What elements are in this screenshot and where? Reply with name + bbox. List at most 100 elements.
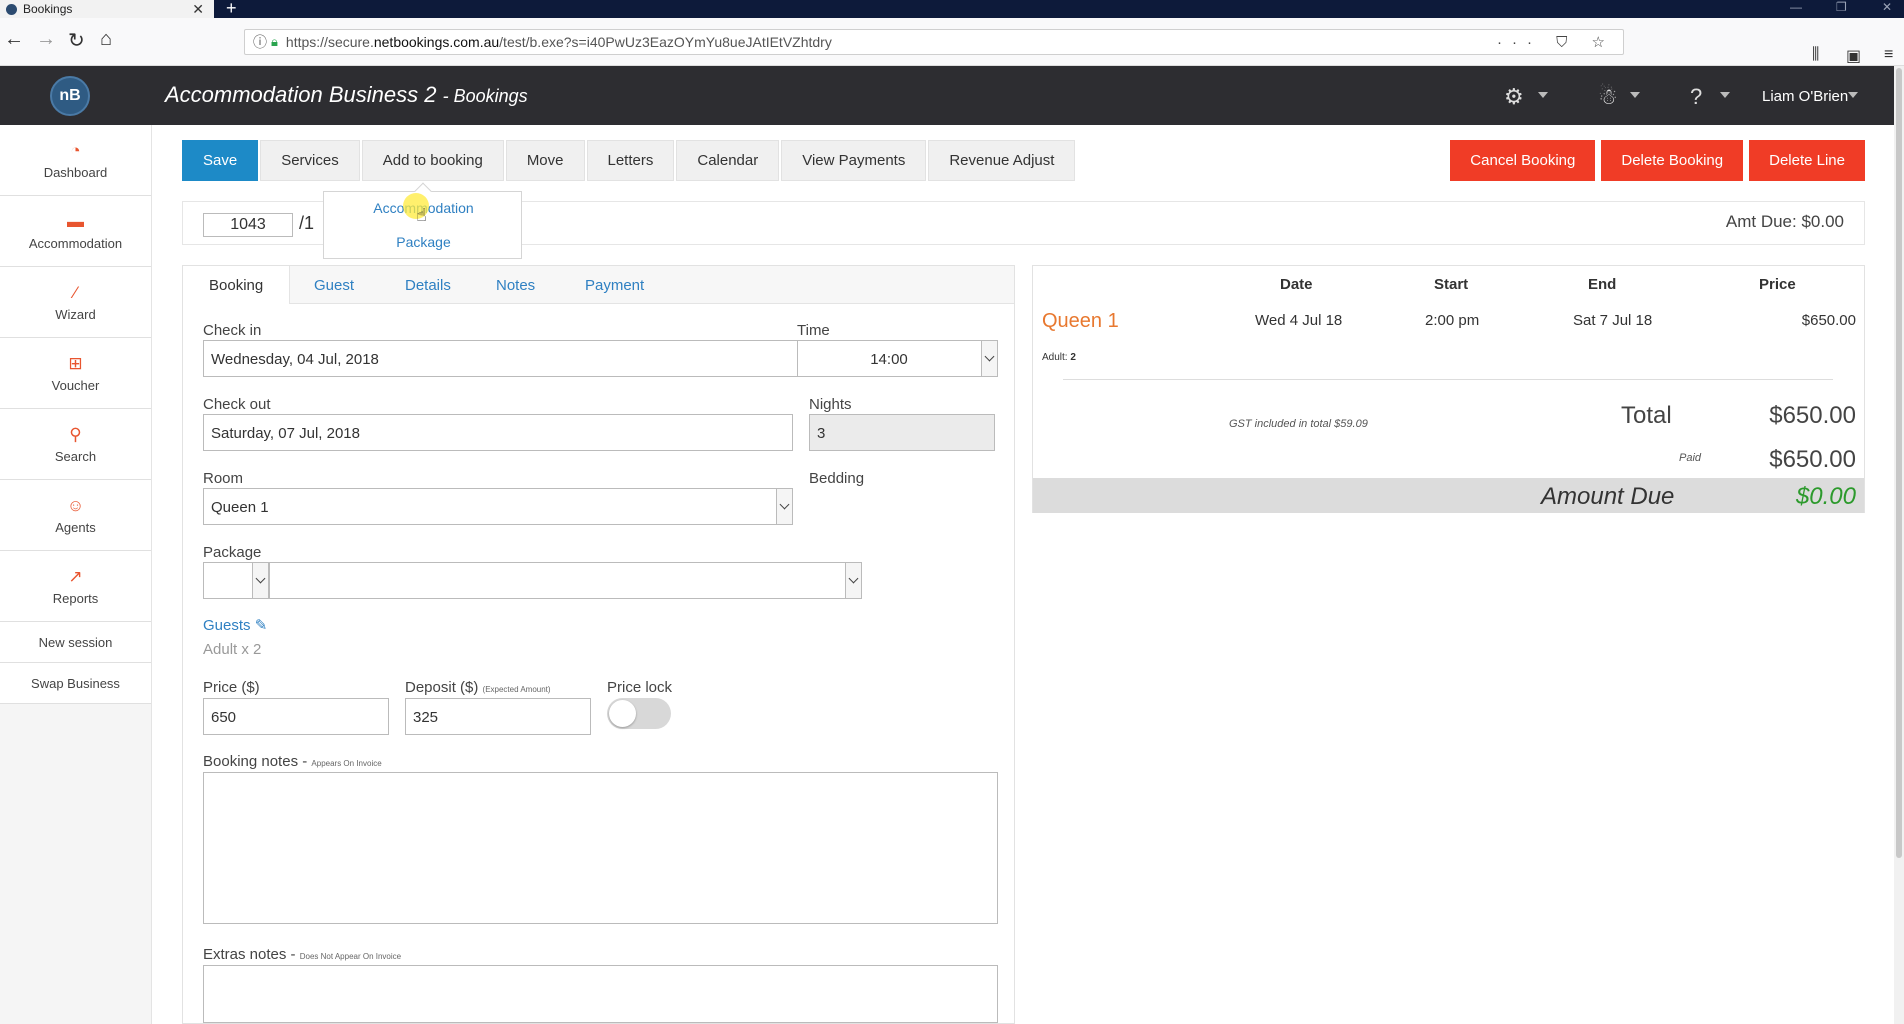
cancel-booking-button[interactable]: Cancel Booking (1450, 140, 1596, 181)
chevron-down-icon[interactable] (1538, 92, 1548, 98)
chevron-down-icon[interactable] (1720, 92, 1730, 98)
view-payments-button[interactable]: View Payments (781, 140, 927, 181)
delete-booking-button[interactable]: Delete Booking (1601, 140, 1744, 181)
price-lock-toggle[interactable] (607, 698, 671, 729)
close-window-icon[interactable]: ✕ (1882, 0, 1892, 14)
chevron-down-icon[interactable] (1848, 92, 1858, 98)
guests-edit-link[interactable]: Guests ✎ (203, 616, 267, 634)
sidebar-item-accommodation[interactable]: ▬ Accommodation (0, 196, 151, 267)
menu-icon[interactable]: ≡ (1884, 46, 1893, 64)
new-tab-icon[interactable]: + (226, 0, 237, 19)
info-icon[interactable]: ⓘ (253, 32, 267, 52)
chevron-down-icon[interactable] (1630, 92, 1640, 98)
booking-number-field[interactable]: 1043 (203, 213, 293, 237)
summary-room-link[interactable]: Queen 1 (1042, 310, 1119, 333)
adult-label: Adult: (1042, 352, 1068, 363)
chevron-down-icon[interactable] (981, 341, 997, 376)
chevron-down-icon[interactable] (776, 489, 792, 524)
checkin-date-field[interactable]: Wednesday, 04 Jul, 2018 (203, 340, 798, 377)
user-menu[interactable]: Liam O'Brien (1762, 88, 1848, 105)
back-icon[interactable]: ← (4, 28, 24, 51)
price-column-header: Price (1759, 276, 1796, 293)
nights-label: Nights (809, 396, 852, 413)
url-bar[interactable]: ⓘ 🔒︎ https://secure. netbookings.com.au/t… (244, 29, 1624, 55)
user-agent-icon[interactable]: ☃ (1598, 84, 1618, 110)
save-button[interactable]: Save (182, 140, 259, 181)
browser-tab[interactable]: Bookings ✕ (0, 0, 214, 18)
sidebar-toggle-icon[interactable]: ▣ (1846, 46, 1861, 66)
pencil-icon: ✎ (254, 617, 268, 634)
time-select[interactable]: 14:00 (797, 340, 998, 377)
summary-date: Wed 4 Jul 18 (1255, 312, 1343, 329)
agent-icon: ☺ (66, 495, 85, 515)
settings-gear-icon[interactable]: ⚙ (1504, 84, 1524, 110)
forward-icon[interactable]: → (36, 28, 56, 51)
page-scrollbar[interactable] (1894, 66, 1904, 1024)
chevron-down-icon[interactable] (252, 563, 268, 598)
reload-icon[interactable]: ↻ (68, 28, 85, 53)
sidebar-item-label: Agents (55, 519, 96, 535)
sidebar-item-reports[interactable]: ↗ Reports (0, 551, 151, 622)
minimize-icon[interactable]: — (1790, 0, 1802, 14)
room-select[interactable]: Queen 1 (203, 488, 793, 525)
page-actions-icon[interactable]: ··· ⛉ ☆ (1497, 33, 1615, 51)
swap-business-link[interactable]: Swap Business (0, 663, 151, 704)
extras-notes-label-text: Extras notes - (203, 946, 296, 963)
paid-value: $650.00 (1769, 446, 1856, 473)
sidebar-item-label: Reports (52, 590, 99, 606)
deposit-label-text: Deposit ($) (405, 679, 479, 696)
sidebar-item-wizard[interactable]: ⁄ Wizard (0, 267, 151, 338)
tab-details[interactable]: Details (379, 266, 477, 304)
browser-tab-title: Bookings (23, 2, 73, 16)
nights-field[interactable]: 3 (809, 414, 995, 451)
deposit-field[interactable]: 325 (405, 698, 591, 735)
help-icon[interactable]: ? (1690, 84, 1702, 110)
chevron-down-icon[interactable] (845, 563, 861, 598)
sidebar-item-search[interactable]: ⚲ Search (0, 409, 151, 480)
netbookings-logo[interactable]: nB (50, 76, 90, 116)
services-button[interactable]: Services (260, 140, 360, 181)
package-type-select[interactable] (203, 562, 269, 599)
tab-payment[interactable]: Payment (559, 266, 670, 304)
booking-notes-label-text: Booking notes - (203, 753, 308, 770)
tab-notes[interactable]: Notes (470, 266, 561, 304)
menu-item-package[interactable]: Package (324, 234, 523, 250)
deposit-note: (Expected Amount) (482, 685, 551, 694)
move-button[interactable]: Move (505, 140, 585, 181)
revenue-adjust-button[interactable]: Revenue Adjust (928, 140, 1076, 181)
scrollbar-thumb[interactable] (1896, 68, 1902, 858)
home-icon[interactable]: ⌂ (100, 28, 112, 51)
danger-toolbar: Cancel Booking Delete Booking Delete Lin… (1444, 140, 1865, 181)
sidebar-item-label: Dashboard (43, 164, 108, 180)
tab-guest[interactable]: Guest (288, 266, 380, 304)
booking-notes-label: Booking notes - Appears On Invoice (203, 753, 382, 770)
price-field[interactable]: 650 (203, 698, 389, 735)
guests-label: Guests (203, 617, 251, 634)
total-value: $650.00 (1769, 402, 1856, 429)
extras-notes-textarea[interactable] (203, 965, 998, 1023)
checkout-date-field[interactable]: Saturday, 07 Jul, 2018 (203, 414, 793, 451)
add-to-booking-button[interactable]: Add to booking (361, 140, 504, 181)
new-session-link[interactable]: New session (0, 622, 151, 663)
gift-icon: ⊞ (68, 353, 83, 373)
summary-adults: Adult: 2 (1042, 352, 1076, 363)
sidebar-item-voucher[interactable]: ⊞ Voucher (0, 338, 151, 409)
sidebar-item-agents[interactable]: ☺ Agents (0, 480, 151, 551)
package-select[interactable] (269, 562, 862, 599)
booking-notes-textarea[interactable] (203, 772, 998, 924)
total-label: Total (1621, 402, 1672, 429)
library-icon[interactable]: ⫼ (1812, 46, 1819, 64)
restore-icon[interactable]: ❐ (1836, 0, 1847, 14)
search-icon: ⚲ (69, 424, 82, 444)
tab-booking[interactable]: Booking (183, 266, 291, 304)
booking-notes-note: Appears On Invoice (311, 759, 382, 768)
sidebar-item-dashboard[interactable]: ◔ Dashboard (0, 125, 151, 196)
hand-cursor-icon: ☝ (416, 205, 427, 225)
amount-due-label: Amount Due (1541, 483, 1675, 510)
time-value: 14:00 (870, 351, 908, 368)
delete-line-button[interactable]: Delete Line (1749, 140, 1865, 181)
letters-button[interactable]: Letters (586, 140, 675, 181)
close-tab-icon[interactable]: ✕ (192, 1, 204, 18)
calendar-button[interactable]: Calendar (676, 140, 780, 181)
price-lock-label: Price lock (607, 679, 673, 696)
